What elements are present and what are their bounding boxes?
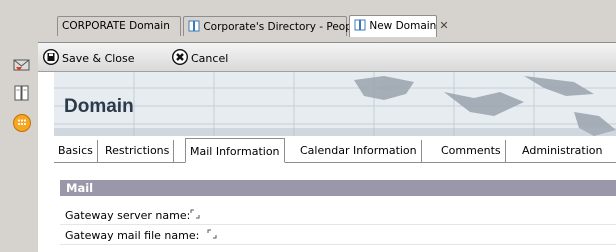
field-label: Gateway server name: [65, 209, 191, 222]
tab-restrictions[interactable]: Restrictions [101, 140, 175, 162]
tab-label: New Domain [369, 20, 437, 32]
tab-basics[interactable]: Basics [54, 140, 98, 162]
gateway-server-input[interactable] [190, 209, 200, 219]
section-header [60, 180, 616, 196]
tab-mail-information[interactable]: Mail Information [185, 138, 285, 163]
tab-label: Basics [58, 144, 93, 157]
mail-icon[interactable] [12, 55, 32, 75]
field-row-gateway-mail-file: Gateway mail file name: [60, 226, 616, 245]
tab-corporate-domain[interactable]: CORPORATE Domain [57, 16, 181, 36]
cancel-label: Cancel [191, 52, 229, 65]
tab-calendar-information[interactable]: Calendar Information [296, 140, 422, 162]
tab-label: Comments [441, 144, 501, 157]
cancel-icon [171, 48, 189, 68]
document-icon [354, 19, 366, 34]
action-bar: Save & Close Cancel [38, 42, 616, 72]
tab-label: Mail Information [190, 145, 280, 158]
tab-label: Administration [522, 144, 603, 157]
close-icon[interactable]: ✕ [439, 19, 448, 32]
tab-corporates-directory[interactable]: Corporate's Directory - People✕ [183, 16, 374, 36]
field-row-gateway-server: Gateway server name: [60, 206, 616, 225]
cancel-button[interactable]: Cancel [171, 48, 229, 68]
save-close-button[interactable]: Save & Close [42, 48, 135, 68]
tab-label: Calendar Information [300, 144, 417, 157]
gateway-mail-file-input[interactable] [207, 229, 217, 239]
world-map-graphic [54, 72, 616, 136]
tab-new-domain[interactable]: New Domain ✕ [349, 15, 449, 37]
address-book-icon[interactable] [12, 83, 32, 103]
form-title: Domain [64, 96, 134, 117]
address-book-icon [188, 20, 200, 35]
tab-comments[interactable]: Comments [437, 140, 506, 162]
field-label: Gateway mail file name: [65, 229, 200, 242]
section-tab-bar: Basics Restrictions Mail Information Cal… [54, 136, 616, 163]
form-header: Domain [54, 72, 616, 136]
save-icon [42, 48, 60, 68]
window-tab-bar: CORPORATE Domain Corporate's Directory -… [38, 0, 616, 42]
tab-label: CORPORATE Domain [62, 20, 170, 32]
section-title: Mail [66, 181, 94, 195]
tab-label: Restrictions [105, 144, 170, 157]
calendar-icon[interactable] [12, 113, 32, 133]
window-edge [0, 0, 8, 252]
tab-administration[interactable]: Administration [518, 140, 607, 162]
tab-label: Corporate's Directory - People [203, 21, 362, 33]
save-close-label: Save & Close [62, 52, 135, 65]
